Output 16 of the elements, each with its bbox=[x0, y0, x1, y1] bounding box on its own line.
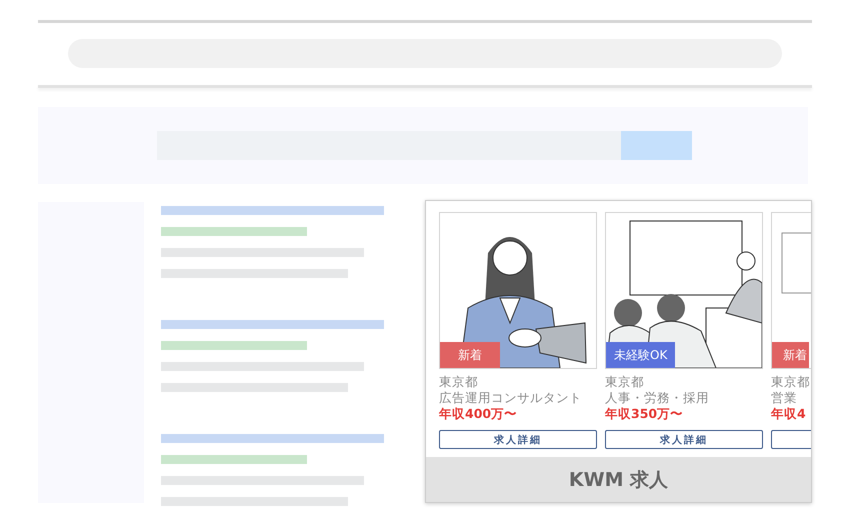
job-location: 東京都 bbox=[605, 374, 645, 390]
detail-button[interactable]: 求人詳細 bbox=[439, 430, 597, 449]
job-title: 営業 bbox=[771, 390, 798, 406]
job-location: 東京都 bbox=[439, 374, 479, 390]
job-location: 東京都 bbox=[771, 374, 811, 390]
job-salary: 年収350万〜 bbox=[605, 406, 684, 422]
detail-button[interactable]: 求人詳細 bbox=[605, 430, 763, 449]
job-badge: 新着 bbox=[440, 342, 500, 368]
search-button-placeholder bbox=[621, 131, 692, 160]
brand-name: KWM 求人 bbox=[568, 468, 668, 492]
job-salary: 年収4 bbox=[771, 406, 807, 422]
job-title: 人事・労務・採用 bbox=[605, 390, 710, 406]
job-title: 広告運用コンサルタント bbox=[439, 390, 583, 406]
job-badge: 未経験OK bbox=[606, 342, 676, 368]
job-badge: 新着 bbox=[772, 342, 809, 368]
job-salary: 年収400万〜 bbox=[439, 406, 518, 422]
